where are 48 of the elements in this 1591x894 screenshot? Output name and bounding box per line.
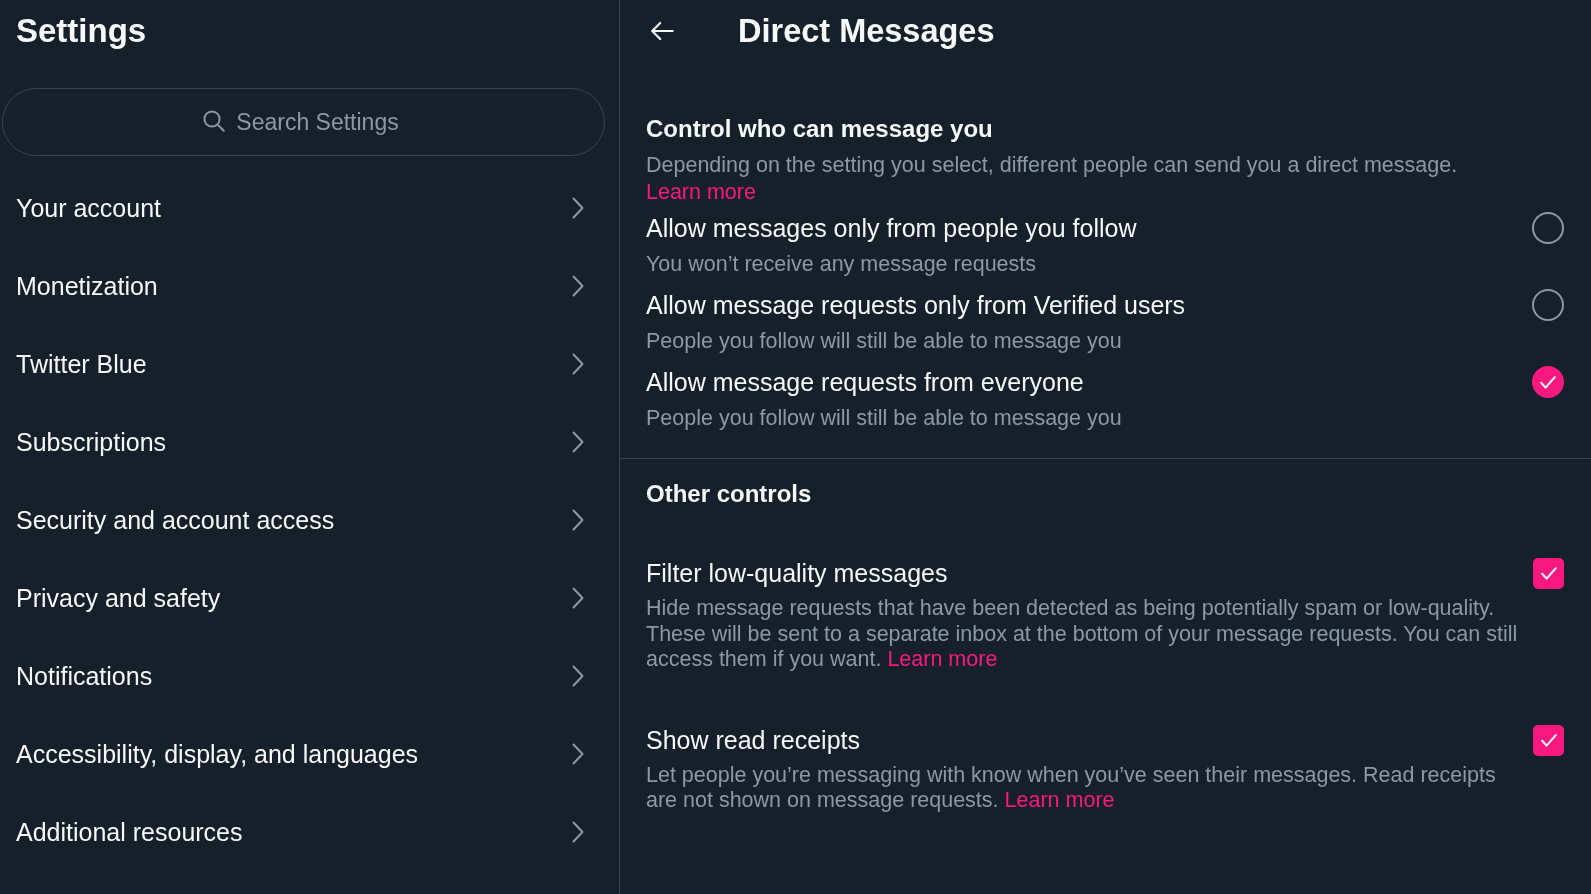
option-label: Allow message requests only from Verified users: [646, 290, 1186, 320]
chevron-right-icon: [572, 275, 584, 297]
chevron-right-icon: [572, 431, 584, 453]
option-label: Allow messages only from people you follow: [646, 213, 1137, 243]
search-icon: [203, 110, 225, 132]
checkbox[interactable]: [1533, 724, 1564, 756]
menu-item[interactable]: Subscriptions: [0, 403, 619, 481]
section-description: Depending on the setting you select, different people can send you a direct message. Learn more: [646, 152, 1459, 205]
section-heading: Other controls: [646, 479, 813, 509]
section-heading: Control who can message you: [646, 114, 994, 144]
chevron-right-icon: [572, 353, 584, 375]
menu-item[interactable]: Notifications: [0, 637, 619, 715]
chevron-right-icon: [572, 743, 584, 765]
setting-description: Hide message requests that have been detected as being potentially spam or low-quality. These will be sent to a separate inbox at the bottom of your message requests. You can still access them if you want. Learn more: [646, 596, 1519, 673]
menu-item[interactable]: Additional resources: [0, 793, 619, 871]
option-description: People you follow will still be able to message you: [646, 405, 1122, 431]
menu-item[interactable]: Accessibility, display, and languages: [0, 715, 619, 793]
menu-item[interactable]: Your account: [0, 169, 619, 247]
learn-more-link[interactable]: Learn more: [646, 178, 756, 205]
chevron-right-icon: [572, 587, 584, 609]
chevron-right-icon: [572, 665, 584, 687]
page-title: Direct Messages: [738, 12, 995, 50]
menu-item[interactable]: Twitter Blue: [0, 325, 619, 403]
checkbox[interactable]: [1533, 558, 1564, 589]
search-field[interactable]: Search Settings: [2, 88, 605, 156]
menu-item[interactable]: Security and account access: [0, 481, 619, 559]
chevron-right-icon: [572, 509, 584, 531]
learn-more-link[interactable]: Learn more: [1004, 788, 1115, 812]
radio-button[interactable]: [1532, 366, 1564, 398]
option-label: Allow message requests from everyone: [646, 367, 1084, 397]
setting-description: Let people you’re messaging with know when you’ve seen their messages. Read receipts are not shown on message requests. Learn more: [646, 762, 1497, 814]
radio-button[interactable]: [1532, 289, 1564, 321]
check-icon: [1540, 375, 1556, 389]
learn-more-link[interactable]: Learn more: [887, 647, 998, 671]
chevron-right-icon: [572, 197, 584, 219]
chevron-right-icon: [572, 821, 584, 843]
setting-label: Show read receipts: [646, 724, 860, 755]
arrow-left-icon: [650, 21, 674, 41]
back-button[interactable]: [650, 21, 674, 41]
check-icon: [1540, 733, 1557, 747]
menu-item[interactable]: Monetization: [0, 247, 619, 325]
menu-item[interactable]: Privacy and safety: [0, 559, 619, 637]
option-description: You won’t receive any message requests: [646, 251, 1036, 277]
radio-button[interactable]: [1532, 212, 1564, 244]
check-icon: [1540, 567, 1557, 580]
option-description: People you follow will still be able to message you: [646, 328, 1122, 354]
setting-label: Filter low-quality messages: [646, 558, 948, 588]
sidebar-title: Settings: [16, 12, 147, 50]
